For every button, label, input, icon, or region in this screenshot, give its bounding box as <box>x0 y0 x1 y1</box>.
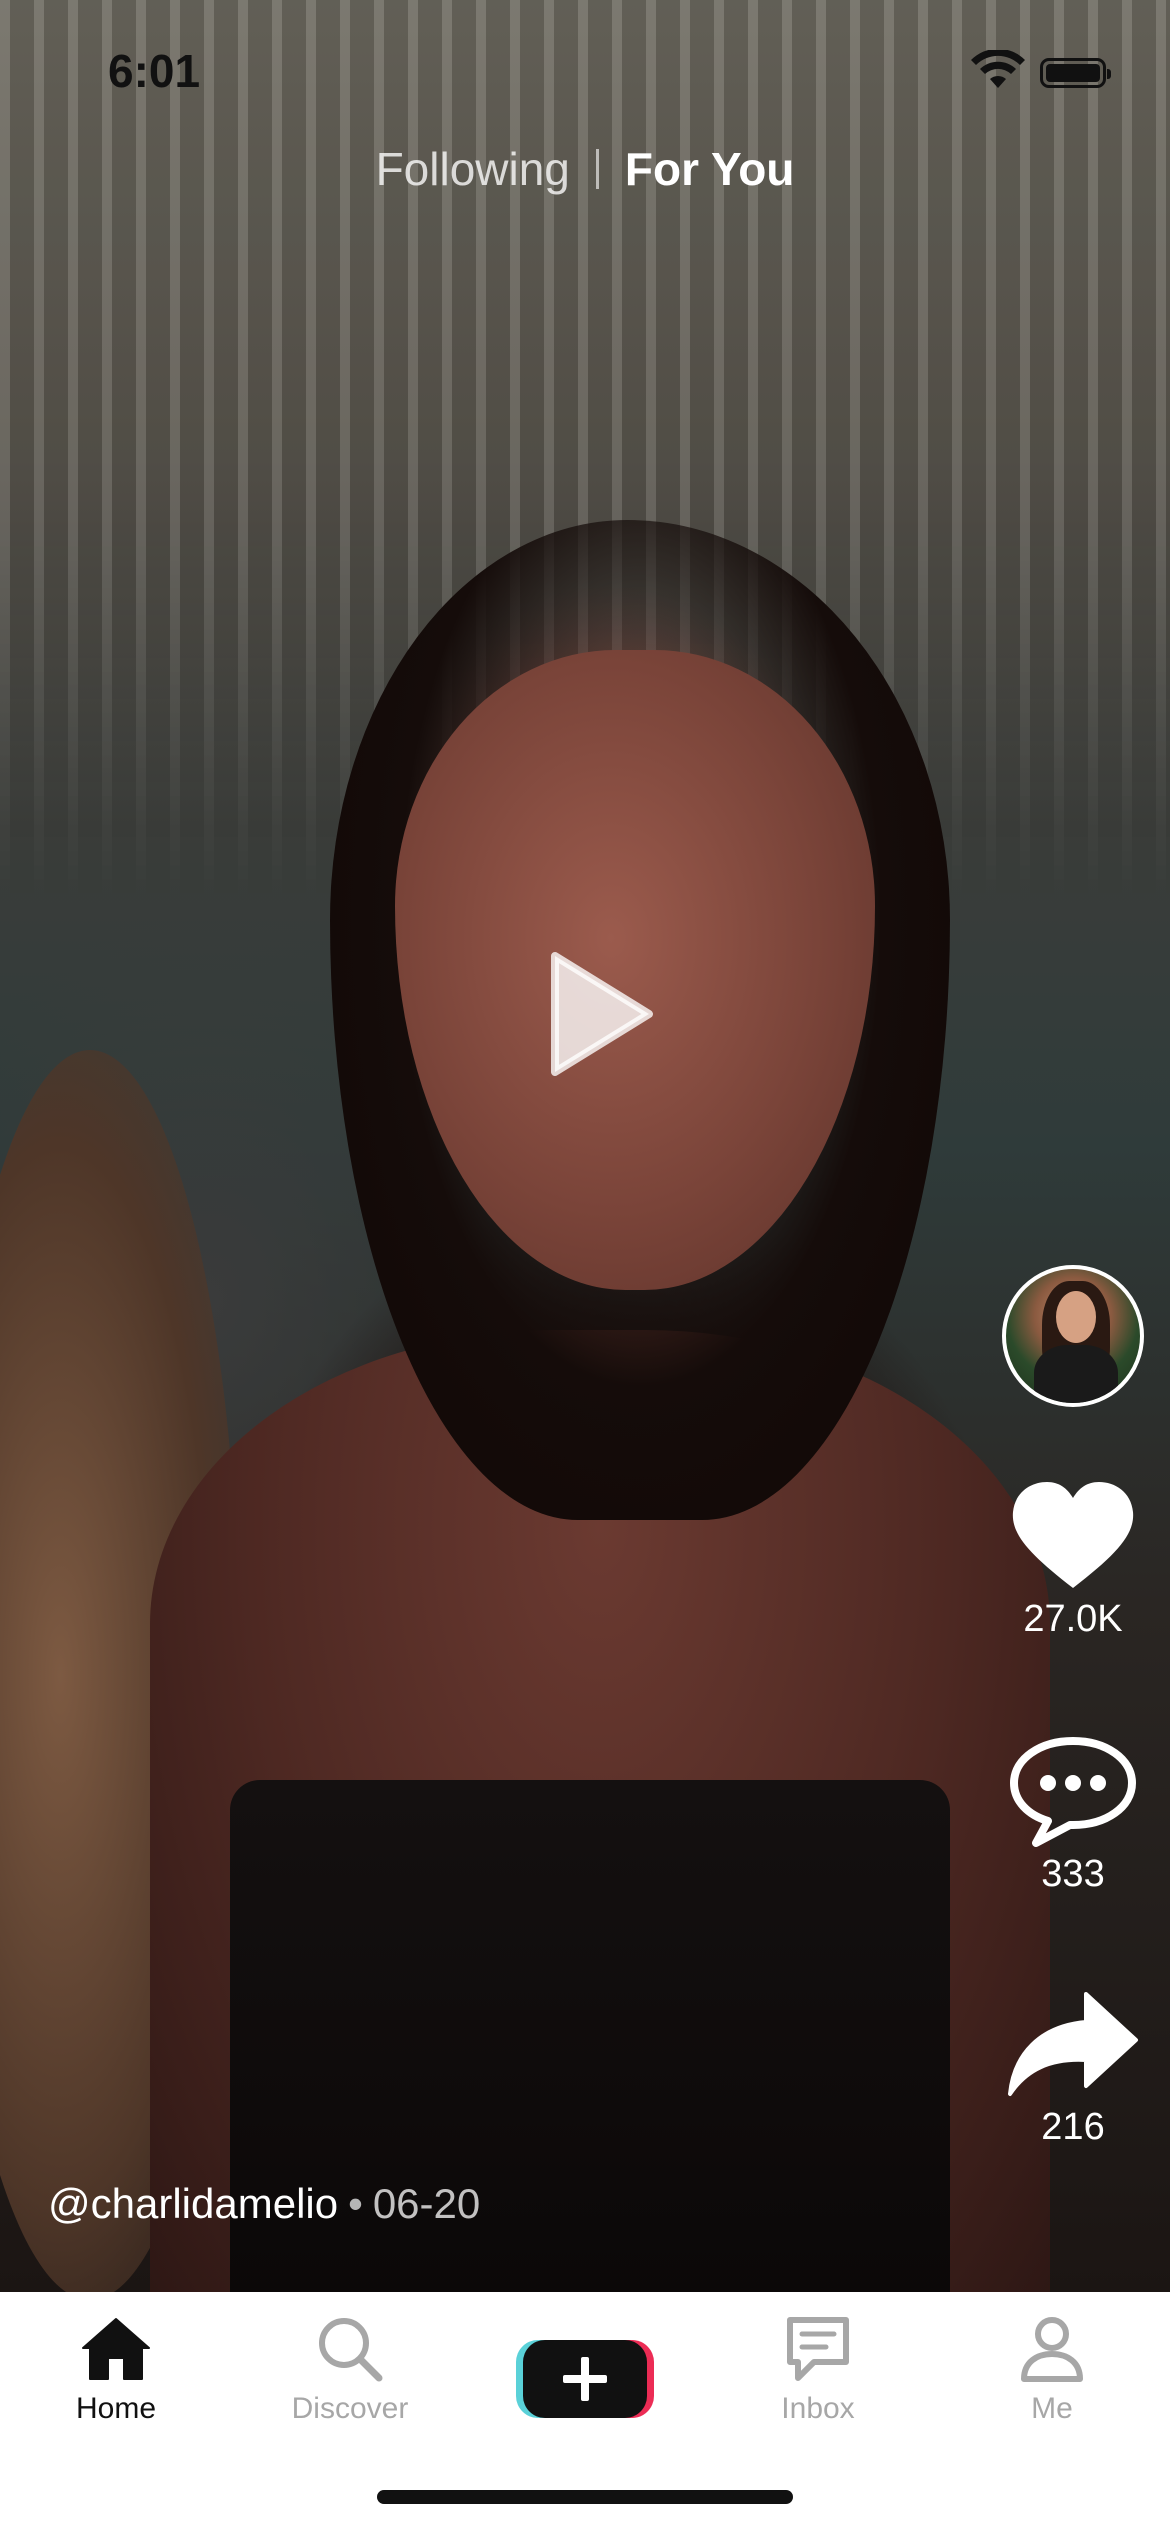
share-count: 216 <box>1041 2106 1105 2148</box>
tab-divider <box>595 149 599 189</box>
heart-icon <box>1012 1482 1134 1588</box>
wifi-icon <box>971 50 1025 88</box>
status-time: 6:01 <box>108 45 201 97</box>
bottom-tab-bar: Home Discover Inbox Me <box>0 2292 1170 2532</box>
home-indicator <box>377 2490 793 2504</box>
share-arrow-icon <box>1008 1992 1138 2096</box>
creator-username[interactable]: @charlidamelio <box>48 2180 338 2227</box>
post-date: 06-20 <box>372 2180 481 2227</box>
share-button[interactable]: 216 <box>985 1990 1161 2149</box>
tab-home-label: Home <box>75 2392 157 2425</box>
tab-for-you[interactable]: For You <box>625 142 795 196</box>
inbox-icon <box>787 2317 849 2381</box>
tab-inbox[interactable]: Inbox <box>718 2316 918 2426</box>
tab-me[interactable]: Me <box>952 2316 1152 2426</box>
create-button[interactable] <box>516 2340 654 2418</box>
tab-home[interactable]: Home <box>16 2316 216 2426</box>
like-button[interactable]: 27.0K <box>985 1480 1161 1641</box>
battery-icon <box>1040 58 1111 88</box>
search-icon <box>319 2318 383 2382</box>
tab-following[interactable]: Following <box>376 142 570 196</box>
avatar-face <box>1056 1291 1096 1343</box>
video-caption: @charlidamelio • 06-20 <box>48 2180 480 2228</box>
creator-avatar[interactable] <box>1002 1265 1144 1407</box>
comment-bubble-icon <box>1010 1737 1136 1847</box>
tab-inbox-label: Inbox <box>781 2392 855 2425</box>
tiktok-feed-screen: 6:01 Following For You 27.0K 333 216 @ch… <box>0 0 1170 2532</box>
tab-discover-label: Discover <box>291 2392 409 2425</box>
tab-me-label: Me <box>1031 2392 1073 2425</box>
home-icon <box>82 2318 150 2380</box>
play-icon[interactable] <box>545 950 655 1078</box>
caption-separator: • <box>348 2180 363 2227</box>
avatar-body <box>1034 1345 1118 1403</box>
comment-button[interactable]: 333 <box>985 1735 1161 1896</box>
video-player[interactable] <box>0 0 1170 2310</box>
comment-count: 333 <box>1041 1853 1105 1895</box>
plus-icon <box>516 2340 654 2418</box>
like-count: 27.0K <box>1023 1598 1123 1640</box>
person-icon <box>1021 2317 1083 2382</box>
tab-discover[interactable]: Discover <box>250 2316 450 2426</box>
feed-tabs: Following For You <box>0 142 1170 196</box>
